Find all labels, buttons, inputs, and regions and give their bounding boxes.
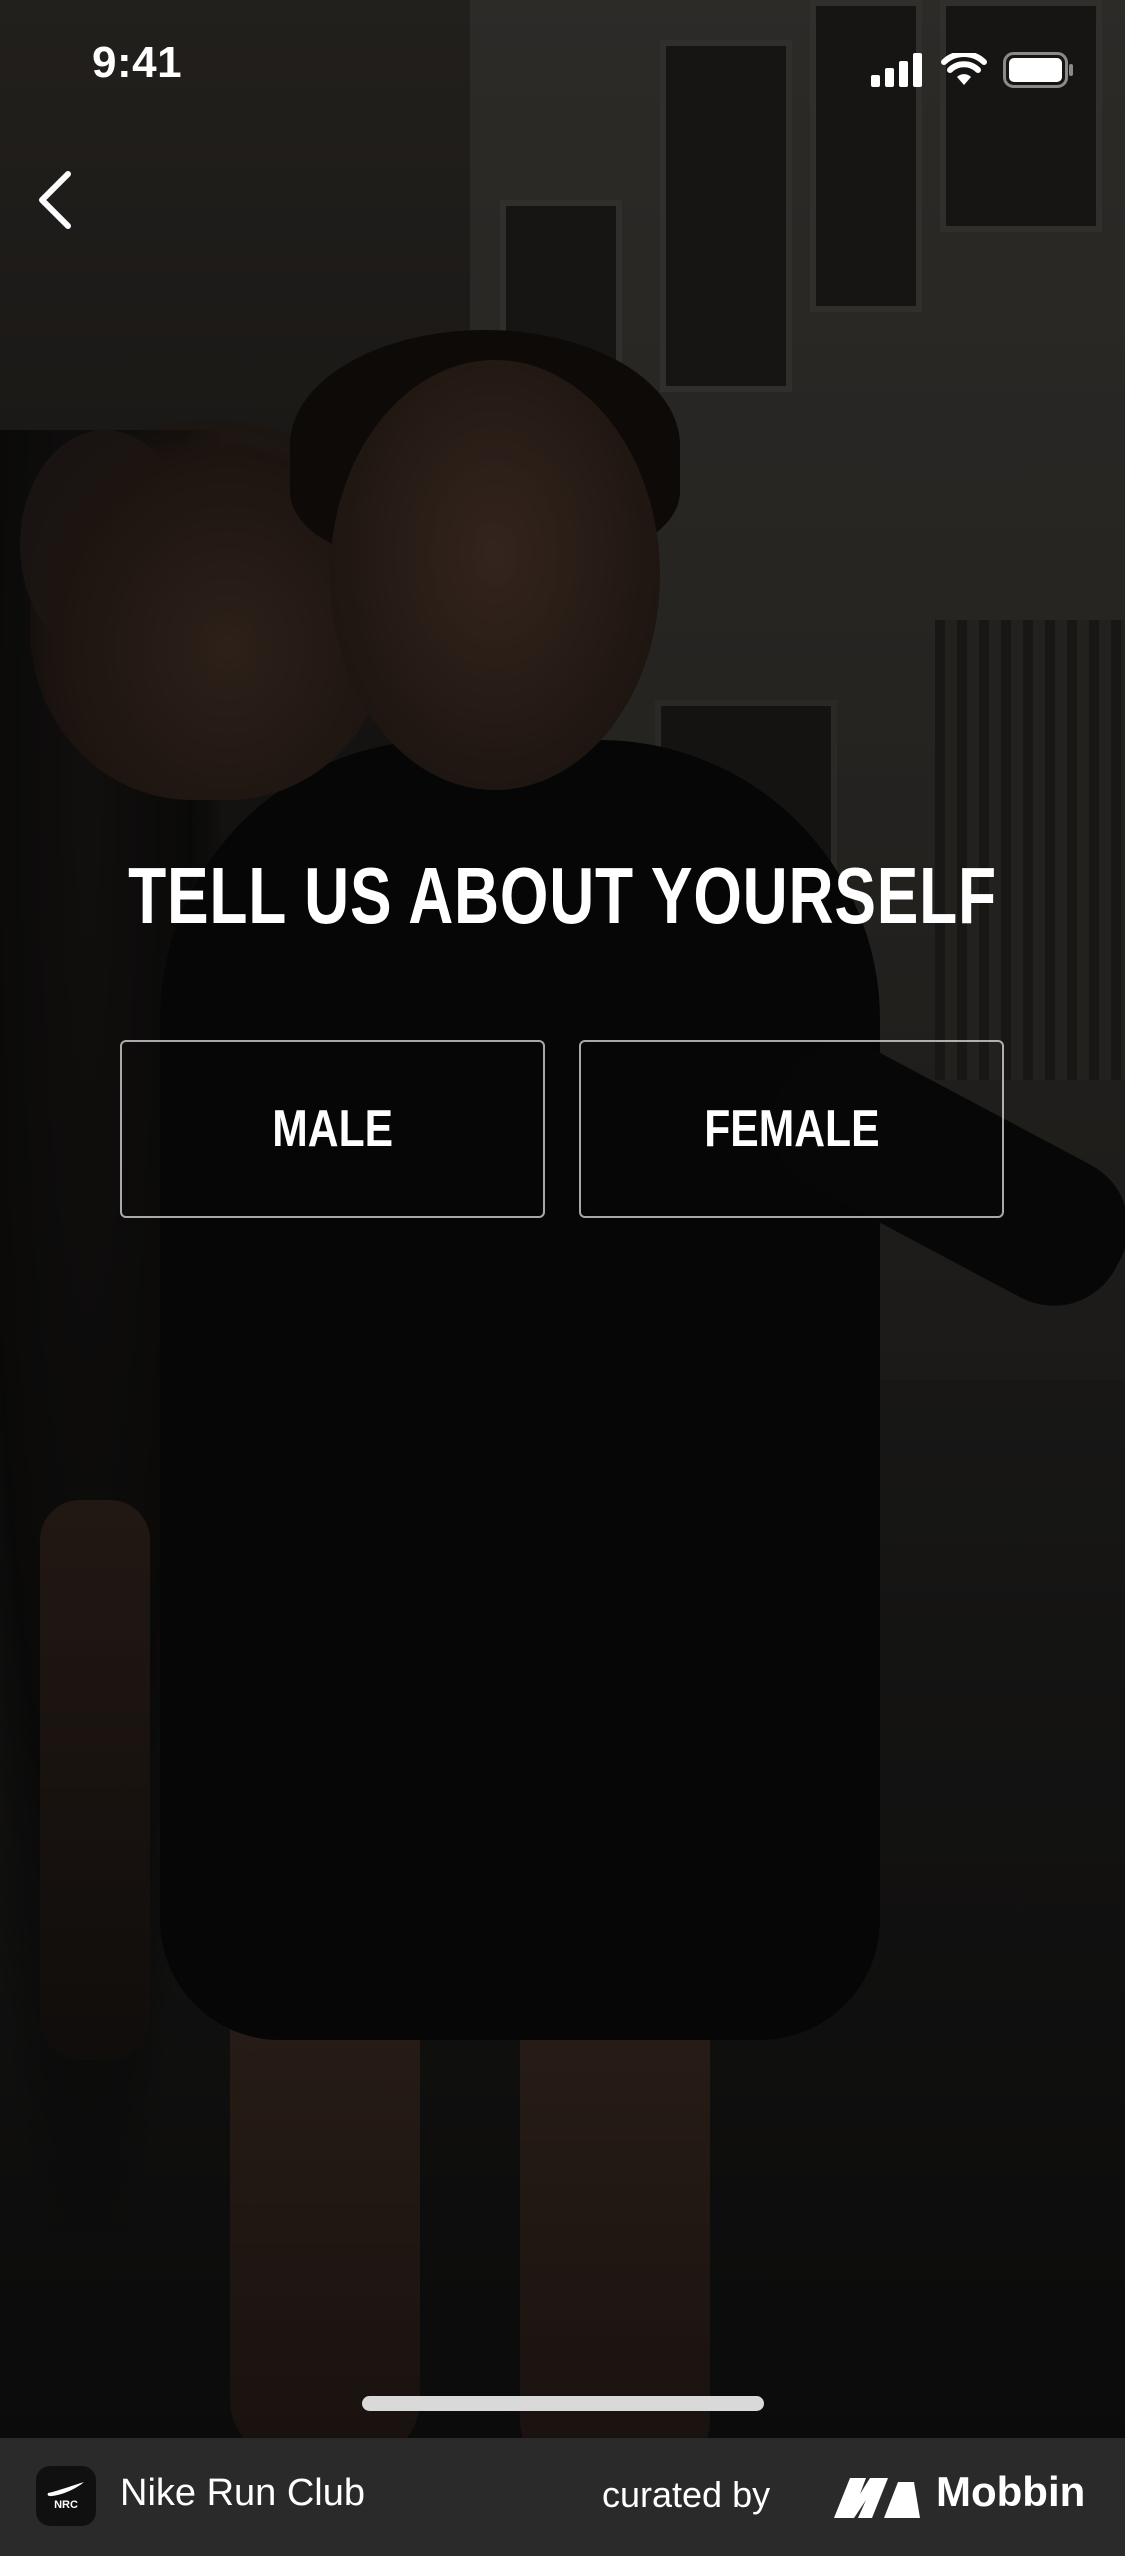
- female-option-label: FEMALE: [703, 1100, 880, 1158]
- svg-text:NRC: NRC: [54, 2499, 78, 2511]
- background-photo: [0, 0, 1125, 2438]
- chevron-left-icon: [39, 171, 71, 229]
- male-option-label: MALE: [272, 1100, 393, 1158]
- male-option-button[interactable]: MALE: [120, 1040, 545, 1218]
- wifi-icon: [941, 53, 987, 85]
- home-indicator: [362, 2396, 764, 2411]
- status-bar: 9:41: [0, 0, 1125, 140]
- app-name: Nike Run Club: [120, 2472, 365, 2514]
- page-title: TELL US ABOUT YOURSELF: [128, 851, 997, 940]
- female-option-button[interactable]: FEMALE: [579, 1040, 1004, 1218]
- back-button[interactable]: [14, 160, 94, 240]
- curated-by-label: curated by: [602, 2474, 771, 2515]
- onboarding-screen: 9:41 TELL US ABOUT YOURSELF MALE FEMALE …: [0, 0, 1125, 2556]
- signal-icon: [871, 53, 922, 87]
- attribution-bar: NRC Nike Run Club curated by Mobbin: [0, 2438, 1125, 2556]
- app-logo: NRC: [36, 2466, 96, 2526]
- battery-icon: [1003, 52, 1073, 88]
- status-time: 9:41: [92, 38, 183, 87]
- nrc-logo-icon: NRC: [47, 2482, 84, 2511]
- status-icons: [871, 50, 1075, 90]
- mobbin-brand-name: Mobbin: [936, 2468, 1086, 2515]
- mobbin-logo-icon: [834, 2478, 920, 2518]
